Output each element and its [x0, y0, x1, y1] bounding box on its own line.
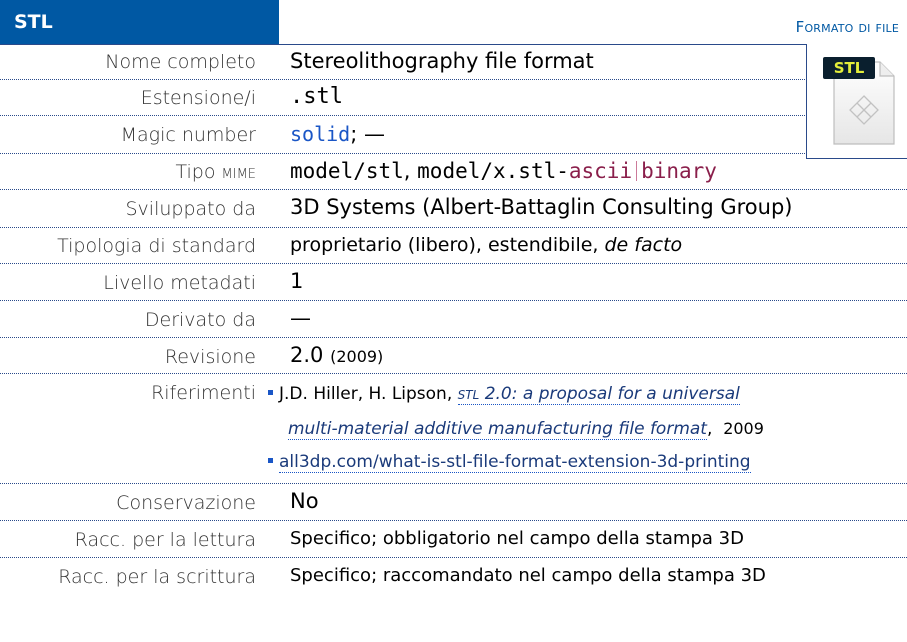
label-derivato-da: Derivato da	[144, 309, 256, 331]
reference-item: all3dp.com/what-is-stl-file-format-exten…	[268, 450, 898, 475]
row-sviluppato-da: Sviluppato da 3D Systems (Albert-Battagl…	[0, 189, 907, 228]
magic-number-code: solid	[290, 122, 351, 146]
label-magic-number: Magic number	[120, 124, 256, 146]
label-livello-metadati: Livello metadati	[103, 272, 256, 294]
row-livello-metadati: Livello metadati 1	[0, 263, 907, 301]
lettura-text: Specifico; obbligatorio nel campo della …	[290, 528, 719, 549]
value-revisione: 2.0 (2009)	[290, 343, 383, 367]
ref1-title-sc: STL	[457, 388, 480, 402]
label-sviluppato-da: Sviluppato da	[125, 198, 257, 220]
value-conservazione: No	[290, 489, 319, 513]
value-scrittura: Specifico; raccomandato nel campo della …	[290, 565, 766, 586]
label-tipologia: Tipologia di standard	[57, 235, 256, 257]
ref1-year: 2009	[723, 419, 764, 438]
mime-separator: ,	[403, 159, 418, 183]
label-conservazione: Conservazione	[116, 492, 256, 514]
infobox-category[interactable]: Formato di file	[796, 18, 899, 36]
mime-ascii: ascii	[568, 159, 633, 183]
value-derivato-da: —	[290, 306, 311, 330]
revisione-number: 2.0	[290, 343, 324, 367]
infobox-header: STL Formato di file	[0, 0, 907, 44]
value-tipo-mime: model/stl, model/x.stl-ascii binary	[290, 159, 717, 183]
label-lettura: Racc. per la lettura	[74, 529, 256, 551]
label-tipo-mime: Tipo MIME	[0, 161, 256, 183]
infobox-title: STL	[0, 0, 279, 44]
reference-item: J.D. Hiller, H. Lipson, STL 2.0: a propo…	[268, 382, 898, 408]
mime-model-xstl: model/x.stl-	[417, 159, 569, 183]
bullet-icon	[268, 390, 273, 395]
row-nome-completo: Nome completo Stereolithography file for…	[0, 44, 907, 80]
tipologia-text: proprietario (libero), estendibile,	[290, 234, 605, 256]
revisione-year: (2009)	[330, 347, 384, 366]
label-nome-completo: Nome completo	[105, 51, 256, 73]
stl-file-icon: STL	[820, 52, 900, 150]
value-sviluppato-da: 3D Systems (Albert-Battaglin Consulting …	[290, 195, 793, 219]
mime-model-stl: model/stl	[290, 159, 404, 183]
value-magic-number: solid; —	[290, 122, 385, 146]
row-conservazione: Conservazione No	[0, 483, 907, 521]
ref1-title-link-b[interactable]: multi-material additive manufacturing fi…	[288, 419, 707, 440]
ref1-title-link-a[interactable]: STL 2.0: a proposal for a universal	[457, 384, 740, 405]
label-scrittura: Racc. per la scrittura	[58, 566, 256, 588]
row-tipologia: Tipologia di standard proprietario (libe…	[0, 227, 907, 264]
row-lettura: Racc. per la lettura Specifico; obbligat…	[0, 520, 907, 558]
ref1-title-a: 2.0: a proposal for a universal	[479, 384, 740, 404]
lettura-tail: 3D	[718, 528, 744, 549]
label-revisione: Revisione	[164, 346, 256, 368]
format-infobox: STL Formato di file Nome completo Stereo…	[0, 0, 907, 642]
scrittura-text: Specifico; raccomandato nel campo della …	[290, 565, 741, 586]
value-estensione: .stl	[290, 84, 343, 109]
ref1-authors: J.D. Hiller, H. Lipson,	[279, 384, 458, 404]
value-tipologia: proprietario (libero), estendibile, de f…	[290, 234, 682, 256]
stl-badge: STL	[823, 57, 875, 79]
row-derivato-da: Derivato da —	[0, 300, 907, 338]
magic-number-suffix: ; —	[350, 122, 385, 146]
label-estensione: Estensione/i	[140, 87, 256, 109]
scrittura-tail: 3D	[740, 565, 766, 586]
value-lettura: Specifico; obbligatorio nel campo della …	[290, 528, 744, 549]
reference-item-cont: multi-material additive manufacturing fi…	[288, 419, 764, 440]
label-tipo-text: Tipo	[175, 161, 222, 183]
mime-divider	[636, 161, 638, 181]
tipologia-italic: de facto	[604, 234, 683, 256]
value-livello-metadati: 1	[290, 269, 304, 293]
row-scrittura: Racc. per la scrittura Specifico; raccom…	[0, 557, 907, 594]
file-icon-box: STL	[806, 44, 907, 159]
bullet-icon	[268, 458, 273, 463]
row-revisione: Revisione 2.0 (2009)	[0, 337, 907, 374]
row-tipo-mime: Tipo MIME model/stl, model/x.stl-ascii bi…	[0, 153, 907, 190]
ref2-link[interactable]: all3dp.com/what-is-stl-file-format-exten…	[279, 452, 751, 473]
row-riferimenti: Riferimenti J.D. Hiller, H. Lipson, STL …	[0, 373, 907, 484]
row-magic-number: Magic number solid; —	[0, 115, 907, 154]
mime-binary: binary	[641, 159, 717, 183]
row-estensione: Estensione/i .stl	[0, 79, 907, 116]
label-riferimenti: Riferimenti	[151, 382, 256, 404]
riferimenti-list: J.D. Hiller, H. Lipson, STL 2.0: a propo…	[268, 382, 898, 475]
label-mime-text: MIME	[221, 167, 256, 182]
value-nome-completo: Stereolithography file format	[290, 49, 594, 73]
